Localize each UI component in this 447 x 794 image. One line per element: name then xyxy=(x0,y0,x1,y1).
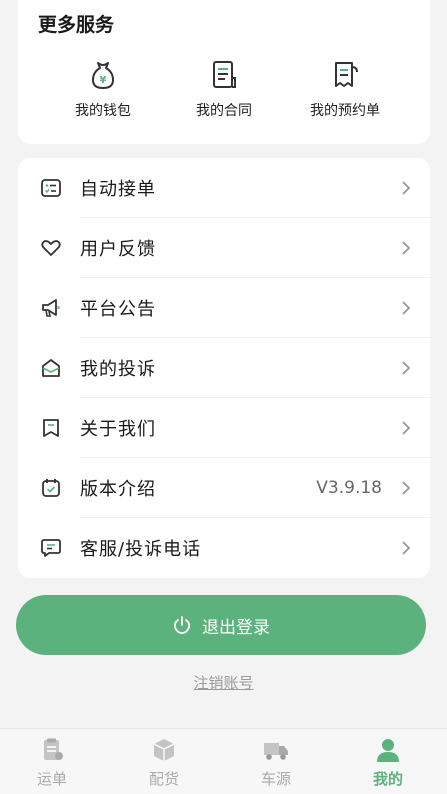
chevron-right-icon xyxy=(402,181,411,195)
menu-item-announcements[interactable]: 平台公告 xyxy=(18,278,430,338)
chevron-right-icon xyxy=(402,541,411,555)
tab-label: 车源 xyxy=(260,770,291,788)
service-reservation-label: 我的预约单 xyxy=(310,103,380,119)
menu-item-label: 用户反馈 xyxy=(80,239,156,260)
menu-item-label: 客服/投诉电话 xyxy=(80,539,202,560)
truck-icon xyxy=(264,743,288,760)
tab-distribution[interactable]: 配货 xyxy=(124,737,204,789)
menu-item-label: 版本介绍 xyxy=(80,479,156,500)
bottom-tab-bar: 运单 配货 车源 我的 xyxy=(0,728,447,794)
calendar-check-icon xyxy=(42,479,60,497)
user-icon xyxy=(377,739,399,762)
menu-item-about-us[interactable]: 关于我们 xyxy=(18,398,430,458)
menu-item-auto-accept[interactable]: 自动接单 xyxy=(18,158,430,218)
receipt-icon xyxy=(335,62,358,87)
chevron-right-icon xyxy=(402,301,411,315)
version-number: V3.9.18 xyxy=(316,478,382,498)
megaphone-icon xyxy=(42,299,60,317)
chat-icon xyxy=(41,539,61,557)
tab-waybill[interactable]: 运单 xyxy=(12,737,92,789)
service-contract-label: 我的合同 xyxy=(196,103,252,119)
box-icon xyxy=(153,739,175,761)
menu-item-feedback[interactable]: 用户反馈 xyxy=(18,218,430,278)
more-services-card: 更多服务 ¥ 我的钱包 我的合同 我的预约单 xyxy=(18,0,430,144)
wallet-icon: ¥ xyxy=(92,62,114,89)
logout-label: 退出登录 xyxy=(202,617,270,638)
tab-label: 我的 xyxy=(372,770,403,788)
service-wallet-label: 我的钱包 xyxy=(75,103,131,119)
tab-trucks[interactable]: 车源 xyxy=(236,737,316,789)
menu-item-version[interactable]: 版本介绍 V3.9.18 xyxy=(18,458,430,518)
settings-menu: 自动接单 用户反馈 平台公告 我的投诉 关于我们 版本介绍 V3.9.18 客服… xyxy=(18,158,430,578)
tab-label: 配货 xyxy=(148,770,179,788)
chevron-right-icon xyxy=(402,241,411,255)
svg-text:¥: ¥ xyxy=(100,75,107,86)
mail-icon xyxy=(42,359,60,377)
task-list-icon xyxy=(41,179,61,197)
chevron-right-icon xyxy=(402,421,411,435)
services-title: 更多服务 xyxy=(38,14,115,36)
menu-item-complaints[interactable]: 我的投诉 xyxy=(18,338,430,398)
service-wallet[interactable]: ¥ 我的钱包 xyxy=(48,58,158,120)
power-icon xyxy=(173,616,191,634)
heart-icon xyxy=(41,240,61,256)
tab-label: 运单 xyxy=(36,770,67,788)
cancel-account-link[interactable]: 注销账号 xyxy=(0,672,447,693)
waybill-icon xyxy=(44,738,63,760)
service-contract[interactable]: 我的合同 xyxy=(169,58,279,120)
tab-mine[interactable]: 我的 xyxy=(348,737,428,789)
bookmark-icon xyxy=(43,419,59,437)
menu-item-label: 自动接单 xyxy=(80,179,156,200)
menu-item-hotline[interactable]: 客服/投诉电话 xyxy=(18,518,430,578)
chevron-right-icon xyxy=(402,361,411,375)
menu-item-label: 关于我们 xyxy=(80,419,156,440)
service-reservation[interactable]: 我的预约单 xyxy=(290,58,400,120)
menu-item-label: 我的投诉 xyxy=(80,359,156,380)
menu-item-label: 平台公告 xyxy=(80,299,156,320)
contract-icon xyxy=(213,61,236,88)
chevron-right-icon xyxy=(402,481,411,495)
logout-button[interactable]: 退出登录 xyxy=(16,595,426,655)
